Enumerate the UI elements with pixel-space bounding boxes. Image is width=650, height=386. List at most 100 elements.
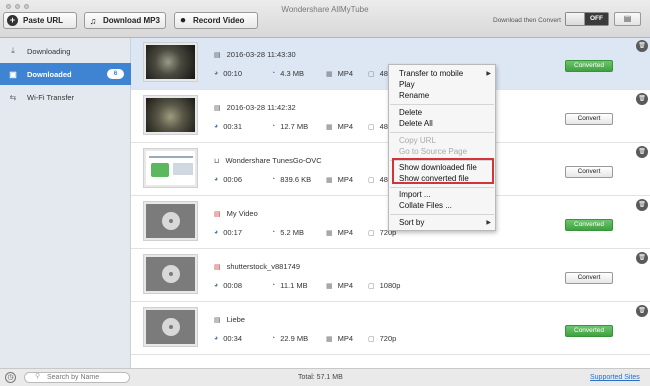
menu-item-delete[interactable]: Delete xyxy=(399,108,491,118)
duration-value: 00:08 xyxy=(223,281,243,290)
context-menu: Transfer to mobile ▶ Play Rename Delete D… xyxy=(388,64,496,231)
format-value: MP4 xyxy=(337,228,354,237)
resolution: ▢ 48 xyxy=(368,69,388,78)
list-view-icon: ▤ xyxy=(623,14,632,23)
supported-sites-link[interactable]: Supported Sites xyxy=(590,374,640,381)
video-thumbnail[interactable] xyxy=(143,254,198,294)
duration: ◕ 00:06 xyxy=(214,175,242,184)
film-icon: ▦ xyxy=(326,282,333,290)
file-size-value: 5.2 MB xyxy=(280,228,304,237)
format: ▦ MP4 xyxy=(326,122,353,131)
trash-icon[interactable]: 🗑 xyxy=(636,93,648,105)
duration-value: 00:31 xyxy=(223,122,243,131)
download-then-convert-label: Download then Convert xyxy=(493,17,561,24)
menu-separator xyxy=(390,214,494,215)
resolution-icon: ▢ xyxy=(368,282,375,290)
film-icon: ▦ xyxy=(326,70,333,78)
download-mp3-button[interactable]: ♫ Download MP3 xyxy=(84,12,166,29)
format: ▦ MP4 xyxy=(326,281,353,290)
menu-item-delete-all[interactable]: Delete All xyxy=(399,119,491,129)
video-thumbnail[interactable] xyxy=(143,148,198,188)
video-thumbnail[interactable] xyxy=(143,201,198,241)
converted-button[interactable]: Converted xyxy=(565,219,613,231)
menu-item-go-to-source-page: Go to Source Page xyxy=(399,147,468,156)
paste-url-label: Paste URL xyxy=(23,16,64,25)
trash-icon[interactable]: 🗑 xyxy=(636,146,648,158)
clock-icon: ◕ xyxy=(214,70,219,77)
title-bar: Wondershare AllMyTube + Paste URL ♫ Down… xyxy=(0,0,650,38)
record-video-button[interactable]: ⏺ Record Video xyxy=(174,12,258,29)
submenu-arrow-icon: ▶ xyxy=(486,220,491,226)
app-window: Wondershare AllMyTube + Paste URL ♫ Down… xyxy=(0,0,650,386)
duration: ◕ 00:34 xyxy=(214,334,242,343)
sidebar-item-downloading[interactable]: ⤓ Downloading xyxy=(0,40,131,62)
video-title-text: 2016-03-28 11:43:30 xyxy=(226,50,296,59)
format: ▦ MP4 xyxy=(326,69,353,78)
menu-separator xyxy=(390,132,494,133)
format-value: MP4 xyxy=(337,175,354,184)
convert-button[interactable]: Convert xyxy=(565,113,613,125)
paste-url-button[interactable]: + Paste URL xyxy=(3,12,77,29)
highlight-box xyxy=(392,158,494,184)
trash-icon[interactable]: 🗑 xyxy=(636,252,648,264)
wifi-transfer-icon: ⇆ xyxy=(9,92,17,102)
converted-button[interactable]: Converted xyxy=(565,60,613,72)
trash-icon[interactable]: 🗑 xyxy=(636,40,648,52)
thumbnail-image xyxy=(146,151,195,185)
video-title-text: shutterstock_v881749 xyxy=(226,262,301,271)
duration: ◕ 00:10 xyxy=(214,69,242,78)
download-icon: ⤓ xyxy=(11,46,15,55)
video-title-text: Liebe xyxy=(226,315,245,324)
file-size: ◔ 12.7 MB xyxy=(271,122,308,131)
sidebar-item-downloaded[interactable]: ▣ Downloaded 6 xyxy=(0,63,131,85)
convert-button[interactable]: Convert xyxy=(565,166,613,178)
film-icon: ▦ xyxy=(326,123,333,131)
duration-value: 00:17 xyxy=(223,228,243,237)
film-icon: ▦ xyxy=(326,176,333,184)
submenu-arrow-icon: ▶ xyxy=(486,71,491,77)
history-clock-icon[interactable]: ◷ xyxy=(5,372,16,383)
video-title: ▤ 2016-03-28 11:42:32 xyxy=(214,103,296,112)
downloaded-icon: ▣ xyxy=(9,69,17,79)
convert-button[interactable]: Convert xyxy=(565,272,613,284)
trash-icon[interactable]: 🗑 xyxy=(636,305,648,317)
resolution-value: 48 xyxy=(379,69,388,78)
duration-value: 00:06 xyxy=(223,175,243,184)
menu-item-play[interactable]: Play xyxy=(399,80,491,90)
format: ▦ MP4 xyxy=(326,175,353,184)
resolution-value: 720p xyxy=(379,334,397,343)
search-icon: ⚲ xyxy=(35,373,41,380)
download-mp3-label: Download MP3 xyxy=(103,16,160,25)
menu-separator xyxy=(390,104,494,105)
format-value: MP4 xyxy=(337,122,354,131)
resolution-value: 1080p xyxy=(379,281,401,290)
sidebar-item-wifi-transfer[interactable]: ⇆ Wi-Fi Transfer xyxy=(0,86,131,108)
size-icon: ◔ xyxy=(271,70,276,77)
file-size-value: 22.9 MB xyxy=(280,334,309,343)
trash-icon[interactable]: 🗑 xyxy=(636,199,648,211)
menu-item-import[interactable]: Import ... xyxy=(399,190,491,200)
menu-item-collate-files[interactable]: Collate Files ... xyxy=(399,201,491,211)
video-thumbnail[interactable] xyxy=(143,307,198,347)
total-size: Total: 57.1 MB xyxy=(298,374,343,381)
duration-value: 00:34 xyxy=(223,334,243,343)
file-size-value: 839.6 KB xyxy=(280,175,312,184)
menu-item-rename[interactable]: Rename xyxy=(399,91,491,101)
list-item[interactable]: ▤ Liebe ◕ 00:34 ◔ 22.9 MB ▦ MP4 ▢ 720p Conver… xyxy=(131,303,650,355)
video-title: ▤ Liebe xyxy=(214,315,245,324)
thumbnail-image xyxy=(146,257,195,291)
downloaded-count-badge: 6 xyxy=(107,69,124,79)
video-thumbnail[interactable] xyxy=(143,95,198,135)
video-thumbnail[interactable] xyxy=(143,42,198,82)
resolution-icon: ▢ xyxy=(368,123,375,131)
list-item[interactable]: ▤ shutterstock_v881749 ◕ 00:08 ◔ 11.1 MB ▦ M… xyxy=(131,250,650,302)
converted-button[interactable]: Converted xyxy=(565,325,613,337)
menu-item-sort-by[interactable]: Sort by ▶ xyxy=(399,218,491,228)
video-title: ▤ 2016-03-28 11:43:30 xyxy=(214,50,296,59)
view-mode-button[interactable]: ▤ xyxy=(614,12,641,26)
thumbnail-image xyxy=(146,204,195,238)
download-then-convert-toggle[interactable]: OFF xyxy=(565,12,609,26)
clock-icon: ◕ xyxy=(214,123,219,130)
video-title-text: My Video xyxy=(226,209,258,218)
menu-item-transfer-to-mobile[interactable]: Transfer to mobile ▶ xyxy=(399,69,491,79)
